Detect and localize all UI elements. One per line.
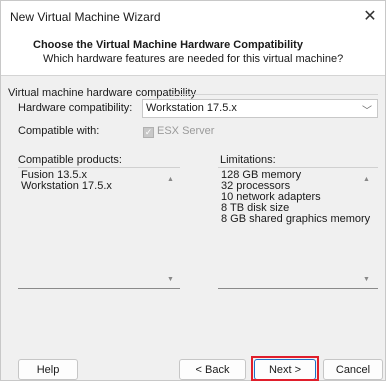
scroll-down-icon[interactable]: ▼ xyxy=(167,276,174,283)
hardware-compat-select[interactable]: Workstation 17.5.x ﹀ xyxy=(142,99,378,118)
compatible-products-label: Compatible products: xyxy=(18,154,122,166)
title-bar: New Virtual Machine Wizard ✕ xyxy=(1,1,385,33)
esx-server-label: ESX Server xyxy=(157,125,215,137)
back-button[interactable]: < Back xyxy=(179,359,246,380)
limitations-list[interactable]: 128 GB memory 32 processors 10 network a… xyxy=(218,167,378,289)
close-icon[interactable]: ✕ xyxy=(359,5,381,27)
esx-server-checkbox[interactable]: ✓ xyxy=(143,127,154,138)
compatible-with-label: Compatible with: xyxy=(18,125,100,137)
chevron-down-icon[interactable]: ﹀ xyxy=(362,102,372,117)
hardware-compat-label: Hardware compatibility: xyxy=(18,102,133,114)
page-title: Choose the Virtual Machine Hardware Comp… xyxy=(33,39,303,51)
next-button-highlight xyxy=(251,356,319,381)
page-subtitle: Which hardware features are needed for t… xyxy=(43,53,344,65)
group-divider xyxy=(171,94,378,95)
limitations-label: Limitations: xyxy=(220,154,276,166)
help-button[interactable]: Help xyxy=(18,359,78,380)
list-item[interactable]: Workstation 17.5.x xyxy=(21,181,112,192)
cancel-button[interactable]: Cancel xyxy=(323,359,383,380)
wizard-header: Choose the Virtual Machine Hardware Comp… xyxy=(1,33,385,76)
wizard-window: New Virtual Machine Wizard ✕ Choose the … xyxy=(0,0,386,381)
scroll-up-icon[interactable]: ▲ xyxy=(363,176,370,183)
window-title: New Virtual Machine Wizard xyxy=(10,10,161,24)
scroll-down-icon[interactable]: ▼ xyxy=(363,276,370,283)
hardware-compat-value: Workstation 17.5.x xyxy=(146,102,237,114)
list-item: 8 GB shared graphics memory xyxy=(221,213,371,225)
compatible-products-list[interactable]: Fusion 13.5.x Workstation 17.5.x ▲ ▼ xyxy=(18,167,180,289)
group-label: Virtual machine hardware compatibility xyxy=(8,87,197,99)
scroll-up-icon[interactable]: ▲ xyxy=(167,176,174,183)
